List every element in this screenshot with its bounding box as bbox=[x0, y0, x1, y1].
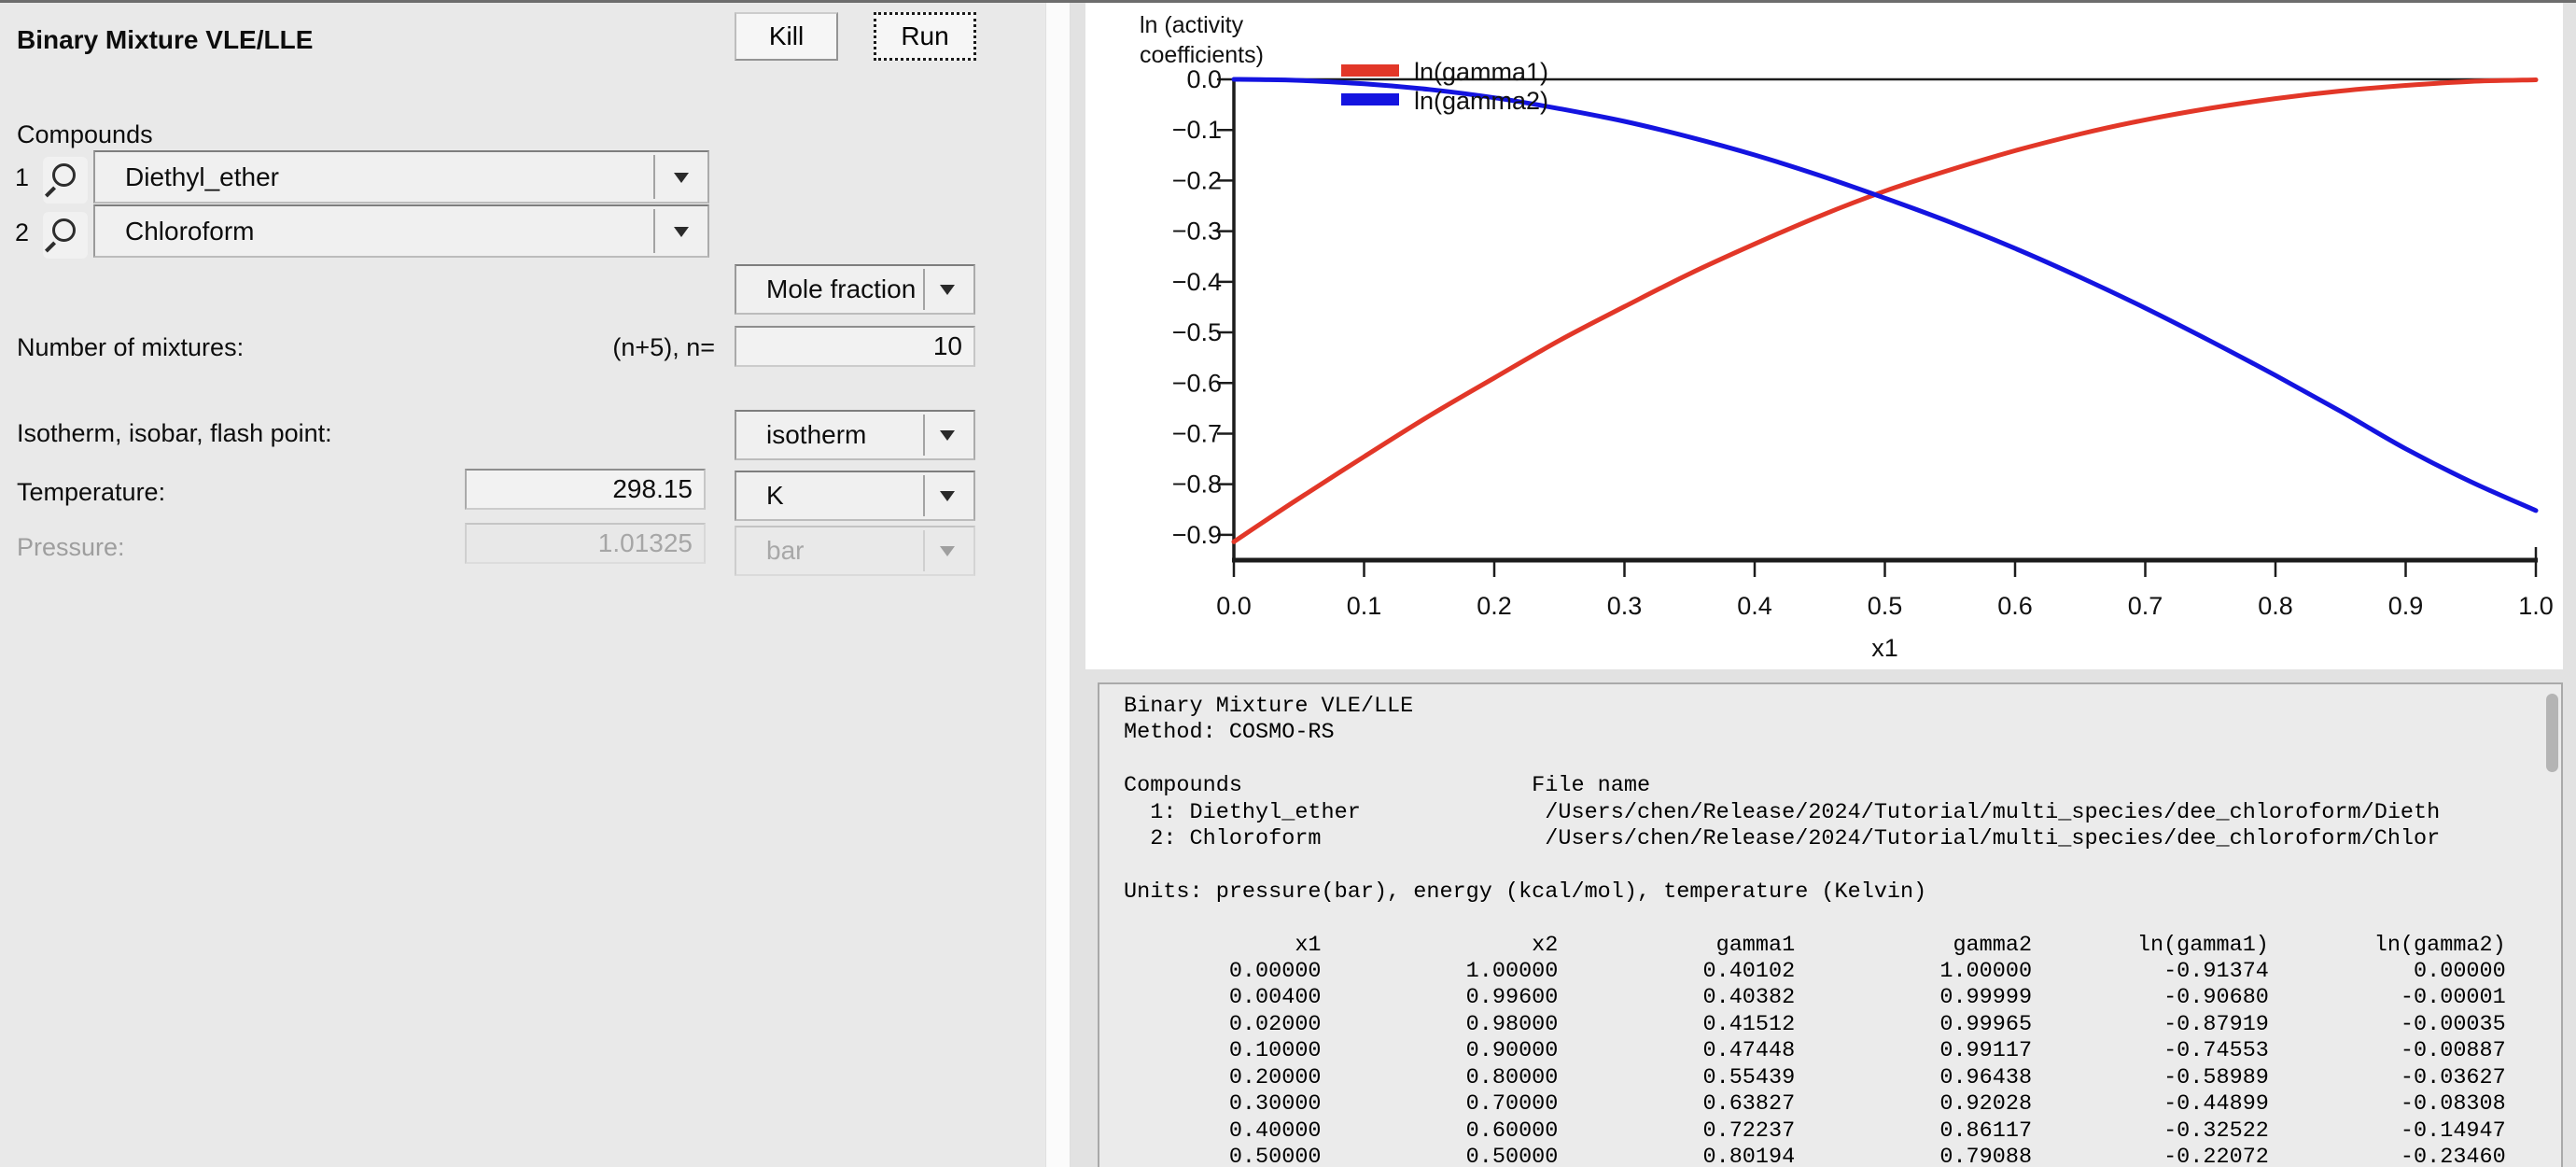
combo-separator bbox=[923, 530, 925, 571]
x-tick-label: 0.1 bbox=[1347, 592, 1382, 620]
output-log-text: Binary Mixture VLE/LLEMethod: COSMO-RS C… bbox=[1124, 694, 2539, 1167]
chevron-down-icon bbox=[940, 546, 955, 556]
search-icon bbox=[52, 218, 76, 242]
composition-unit-value: Mole fraction bbox=[766, 274, 916, 304]
compound-2-select[interactable]: Chloroform bbox=[93, 204, 709, 258]
activity-coefficients-chart-panel: 0.0 0.1 0.2 0.3 0.4 0.5 0.6 0.7 0.8 0.9 1.0 0.0 −0.1… bbox=[1085, 3, 2563, 669]
search-compound-2-button[interactable] bbox=[43, 212, 88, 259]
search-compound-1-button[interactable] bbox=[43, 157, 88, 204]
compounds-section-label: Compounds bbox=[17, 119, 153, 150]
x-tick-label: 0.7 bbox=[2128, 592, 2163, 620]
pressure-unit-select: bar bbox=[735, 526, 975, 576]
output-line: 0.40000 0.60000 0.72237 0.86117 -0.32522… bbox=[1124, 1118, 2539, 1145]
series-line-ln(gamma1) bbox=[1234, 80, 2536, 542]
compound-2-index: 2 bbox=[15, 217, 29, 248]
legend-swatch-ln(gamma2) bbox=[1341, 93, 1399, 105]
series-line-ln(gamma2) bbox=[1234, 79, 2536, 511]
mixtures-expression-label: (n+5), n= bbox=[485, 331, 715, 363]
mode-label: Isotherm, isobar, flash point: bbox=[17, 417, 332, 449]
output-line bbox=[1124, 852, 2539, 879]
chevron-down-icon bbox=[674, 173, 689, 183]
kill-button[interactable]: Kill bbox=[735, 12, 838, 61]
output-line: Compounds File name bbox=[1124, 773, 2539, 799]
x-axis-title: x1 bbox=[1871, 634, 1898, 662]
mode-select[interactable]: isotherm bbox=[735, 410, 975, 460]
search-icon bbox=[52, 163, 76, 187]
output-log-panel: Binary Mixture VLE/LLEMethod: COSMO-RS C… bbox=[1098, 682, 2563, 1167]
x-tick-label: 0.4 bbox=[1737, 592, 1772, 620]
output-line: Binary Mixture VLE/LLE bbox=[1124, 694, 2539, 720]
combo-separator bbox=[653, 209, 655, 253]
output-line: 0.00400 0.99600 0.40382 0.99999 -0.90680… bbox=[1124, 985, 2539, 1011]
x-tick-label: 0.5 bbox=[1868, 592, 1903, 620]
output-line: 2: Chloroform /Users/chen/Release/2024/T… bbox=[1124, 826, 2539, 852]
pressure-unit-value: bar bbox=[766, 536, 804, 566]
output-scrollbar-thumb[interactable] bbox=[2546, 694, 2558, 772]
chevron-down-icon bbox=[674, 227, 689, 237]
chevron-down-icon bbox=[940, 491, 955, 501]
combo-separator bbox=[923, 269, 925, 310]
compound-2-value: Chloroform bbox=[125, 217, 254, 246]
output-line: Units: pressure(bar), energy (kcal/mol),… bbox=[1124, 879, 2539, 906]
output-line: 0.50000 0.50000 0.80194 0.79088 -0.22072… bbox=[1124, 1145, 2539, 1167]
chevron-down-icon bbox=[940, 285, 955, 295]
compound-1-value: Diethyl_ether bbox=[125, 162, 279, 192]
compound-1-index: 1 bbox=[15, 162, 29, 193]
vle-form-panel: Binary Mixture VLE/LLE Kill Run Compound… bbox=[0, 3, 1045, 1167]
mode-value: isotherm bbox=[766, 420, 866, 450]
output-line: x1 x2 gamma1 gamma2 ln(gamma1) ln(gamma2… bbox=[1124, 933, 2539, 959]
y-tick-label: −0.7 bbox=[1172, 419, 1222, 447]
y-axis-title: ln (activity bbox=[1140, 12, 1244, 38]
x-tick-label: 0.0 bbox=[1216, 592, 1252, 620]
output-line: 0.20000 0.80000 0.55439 0.96438 -0.58989… bbox=[1124, 1065, 2539, 1091]
search-icon-handle bbox=[45, 186, 56, 197]
temperature-label: Temperature: bbox=[17, 476, 165, 508]
number-of-mixtures-label: Number of mixtures: bbox=[17, 331, 244, 363]
y-tick-label: −0.8 bbox=[1172, 471, 1222, 499]
combo-separator bbox=[923, 475, 925, 516]
y-tick-label: −0.6 bbox=[1172, 369, 1222, 397]
temperature-input[interactable] bbox=[465, 469, 706, 510]
output-line: 0.00000 1.00000 0.40102 1.00000 -0.91374… bbox=[1124, 959, 2539, 985]
pressure-label: Pressure: bbox=[17, 531, 125, 563]
x-tick-label: 0.9 bbox=[2388, 592, 2424, 620]
output-line: 0.30000 0.70000 0.63827 0.92028 -0.44899… bbox=[1124, 1091, 2539, 1118]
y-tick-label: −0.1 bbox=[1172, 116, 1222, 144]
combo-separator bbox=[923, 415, 925, 456]
y-tick-label: −0.2 bbox=[1172, 166, 1222, 194]
temperature-unit-select[interactable]: K bbox=[735, 471, 975, 521]
search-icon-handle bbox=[45, 241, 56, 252]
pressure-input bbox=[465, 523, 706, 564]
x-tick-label: 0.8 bbox=[2258, 592, 2293, 620]
output-line bbox=[1124, 747, 2539, 773]
x-tick-label: 1.0 bbox=[2518, 592, 2554, 620]
y-tick-label: −0.3 bbox=[1172, 218, 1222, 246]
x-tick-label: 0.3 bbox=[1607, 592, 1643, 620]
output-line: 0.02000 0.98000 0.41512 0.99965 -0.87919… bbox=[1124, 1012, 2539, 1038]
output-line: 0.10000 0.90000 0.47448 0.99117 -0.74553… bbox=[1124, 1038, 2539, 1064]
compound-1-select[interactable]: Diethyl_ether bbox=[93, 150, 709, 204]
legend-label: ln(gamma2) bbox=[1414, 87, 1548, 115]
y-tick-label: −0.9 bbox=[1172, 521, 1222, 549]
temperature-unit-value: K bbox=[766, 481, 784, 511]
output-line bbox=[1124, 906, 2539, 932]
run-button[interactable]: Run bbox=[874, 12, 976, 61]
y-axis-title: coefficients) bbox=[1140, 42, 1264, 68]
output-line: Method: COSMO-RS bbox=[1124, 720, 2539, 746]
x-tick-label: 0.6 bbox=[1997, 592, 2033, 620]
output-line: 1: Diethyl_ether /Users/chen/Release/202… bbox=[1124, 800, 2539, 826]
composition-unit-select[interactable]: Mole fraction bbox=[735, 264, 975, 315]
combo-separator bbox=[653, 155, 655, 199]
y-tick-label: −0.4 bbox=[1172, 268, 1222, 296]
x-tick-label: 0.2 bbox=[1477, 592, 1512, 620]
legend-label: ln(gamma1) bbox=[1414, 58, 1548, 86]
vle-activity-chart: 0.0 0.1 0.2 0.3 0.4 0.5 0.6 0.7 0.8 0.9 1.0 0.0 −0.1… bbox=[1085, 3, 2563, 669]
number-of-mixtures-input[interactable] bbox=[735, 326, 975, 367]
page-title: Binary Mixture VLE/LLE bbox=[17, 25, 313, 55]
y-tick-label: 0.0 bbox=[1186, 65, 1222, 93]
left-panel-scrollbar[interactable] bbox=[1045, 3, 1071, 1167]
chevron-down-icon bbox=[940, 430, 955, 441]
y-tick-label: −0.5 bbox=[1172, 318, 1222, 346]
legend-swatch-ln(gamma1) bbox=[1341, 64, 1399, 77]
